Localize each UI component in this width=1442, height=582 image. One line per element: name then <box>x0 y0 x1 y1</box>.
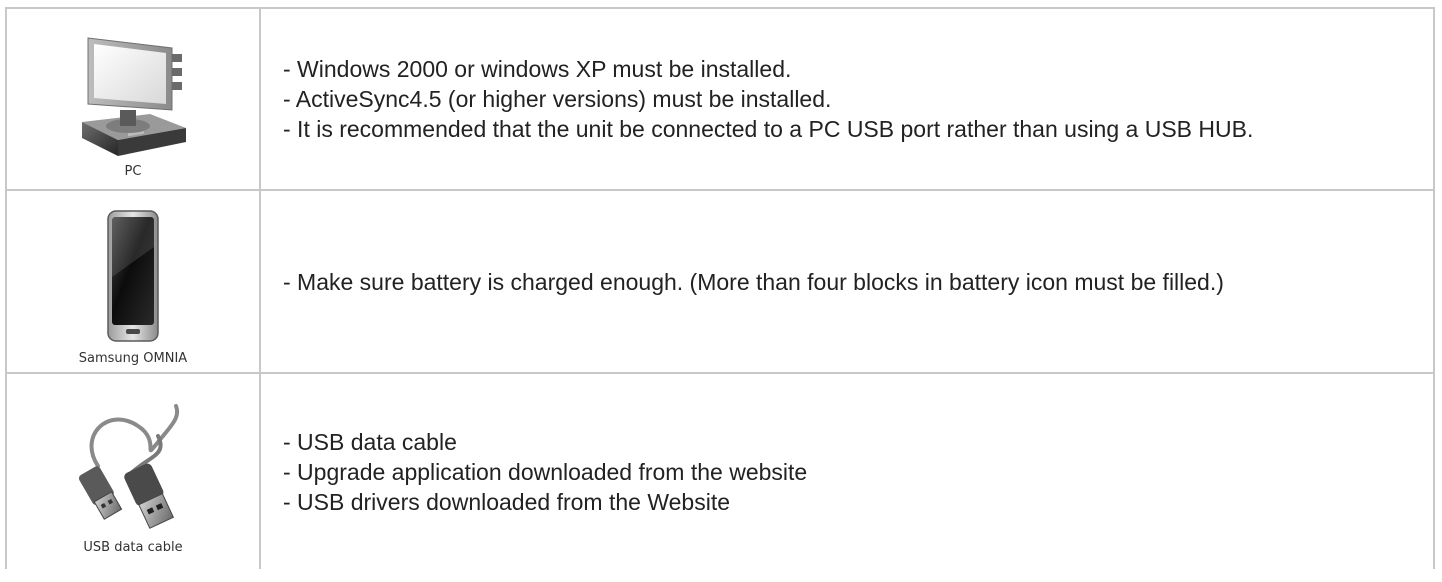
requirement-description: - USB data cable - Upgrade application d… <box>259 372 1435 569</box>
requirement-line: - Windows 2000 or windows XP must be ins… <box>283 56 792 82</box>
device-cell-phone: Samsung OMNIA <box>5 189 261 374</box>
device-caption: Samsung OMNIA <box>78 351 188 366</box>
device-caption: USB data cable <box>83 540 183 555</box>
usb-cable-icon <box>78 404 180 529</box>
requirement-line: - Upgrade application downloaded from th… <box>283 458 808 485</box>
requirement-row-pc: PC - Windows 2000 or windows XP must be … <box>5 7 1435 191</box>
requirement-line: - USB drivers downloaded from the Websit… <box>283 488 730 515</box>
requirement-line: - ActiveSync4.5 (or higher versions) mus… <box>283 86 832 112</box>
requirement-line: - USB data cable <box>283 428 457 455</box>
device-cell-pc: PC <box>5 7 261 191</box>
requirement-description: - Make sure battery is charged enough. (… <box>259 189 1435 374</box>
requirement-row-phone: Samsung OMNIA - Make sure battery is cha… <box>5 189 1435 374</box>
device-cell-usb: USB data cable <box>5 372 261 569</box>
requirement-description: - Windows 2000 or windows XP must be ins… <box>259 7 1435 191</box>
smartphone-icon <box>107 210 159 342</box>
requirements-table: PC - Windows 2000 or windows XP must be … <box>5 7 1435 569</box>
device-caption: PC <box>124 164 142 179</box>
requirement-line: - It is recommended that the unit be con… <box>283 116 1254 142</box>
requirement-row-usb: USB data cable - USB data cable - Upgrad… <box>5 372 1435 569</box>
desktop-pc-icon <box>82 37 186 156</box>
requirement-line: - Make sure battery is charged enough. (… <box>283 268 1224 295</box>
